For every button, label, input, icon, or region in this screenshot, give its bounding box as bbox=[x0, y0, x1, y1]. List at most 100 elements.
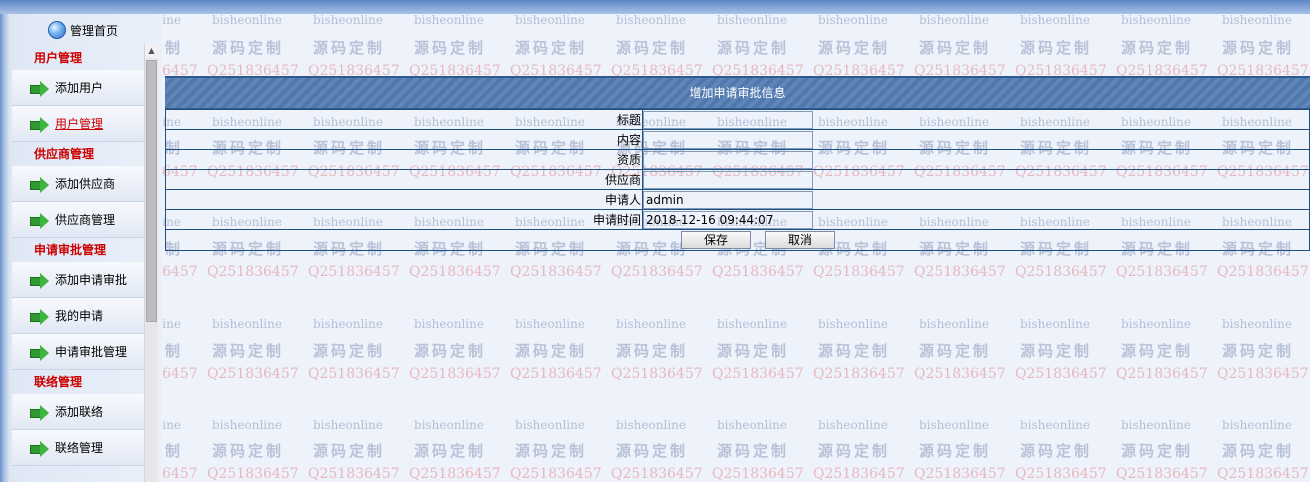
field-input[interactable]: 2018-12-16 09:44:07 bbox=[643, 210, 813, 229]
field-label: 内容 bbox=[165, 129, 643, 150]
watermark-text: bisheonline bbox=[717, 13, 787, 27]
sidebar-item-label: 供应商管理 bbox=[55, 213, 116, 227]
sidebar-item[interactable]: 添加联络 bbox=[12, 394, 144, 430]
watermark-text: bisheonline bbox=[616, 13, 686, 27]
watermark-text: bisheonline bbox=[212, 317, 282, 331]
watermark-text: Q251836457 bbox=[510, 264, 602, 280]
watermark-text: bisheonline bbox=[1121, 418, 1191, 432]
watermark-text: Q251836457 bbox=[1116, 466, 1208, 482]
watermark-text: Q251836457 bbox=[308, 366, 400, 382]
watermark-text: 源码定制 bbox=[818, 442, 891, 460]
watermark-text: bisheonline bbox=[212, 418, 282, 432]
sidebar-item[interactable]: 添加供应商 bbox=[12, 166, 144, 202]
sidebar-item-label: 添加供应商 bbox=[55, 177, 116, 191]
watermark-row: 源码定制 源码定制 源码定制 源码定制 源码定制 源码定制 源码定制 源码定制 源码定制 源码定制… bbox=[10, 340, 1310, 361]
watermark-text: 源码定制 bbox=[1020, 442, 1093, 460]
green-arrow-icon bbox=[30, 308, 49, 325]
sidebar-item[interactable]: 添加用户 bbox=[12, 70, 144, 106]
watermark-text: Q251836457 bbox=[510, 466, 602, 482]
green-arrow-icon bbox=[30, 272, 49, 289]
watermark-text: 源码定制 bbox=[919, 39, 992, 57]
field-input[interactable] bbox=[643, 110, 813, 129]
watermark-text: 源码定制 bbox=[515, 39, 588, 57]
watermark-text: bisheonline bbox=[212, 13, 282, 27]
watermark-text: Q251836457 bbox=[1217, 366, 1309, 382]
field-label: 标题 bbox=[165, 109, 643, 130]
sidebar-item-label: 添加用户 bbox=[55, 81, 104, 95]
watermark-row: Q251836457 Q251836457 Q251836457 Q251836457… bbox=[5, 264, 1310, 280]
watermark-text: Q251836457 bbox=[813, 264, 905, 280]
form-row: 申请时间 2018-12-16 09:44:07 bbox=[165, 209, 1310, 230]
watermark-text: bisheonline bbox=[313, 317, 383, 331]
sidebar: 管理首页 用户管理 添加用户 用户管理 供应商管理 添加供应商 供应商管理 申请审批管理 添加… bbox=[0, 14, 162, 482]
scroll-up-arrow-icon[interactable]: ▲ bbox=[145, 44, 158, 58]
watermark-text: 源码定制 bbox=[818, 39, 891, 57]
watermark-text: bisheonline bbox=[313, 13, 383, 27]
watermark-text: Q251836457 bbox=[1116, 264, 1208, 280]
sidebar-group-title: 申请审批管理 bbox=[34, 243, 107, 257]
watermark-text: Q251836457 bbox=[611, 366, 703, 382]
form-row: 内容 bbox=[165, 129, 1310, 150]
watermark-text: bisheonline bbox=[414, 13, 484, 27]
field-input[interactable] bbox=[643, 130, 813, 149]
watermark-text: Q251836457 bbox=[813, 366, 905, 382]
watermark-row: bisheonline bisheonline bisheonline bisheon… bbox=[10, 418, 1310, 432]
watermark-text: 源码定制 bbox=[717, 342, 790, 360]
sidebar-item-label: 申请审批管理 bbox=[55, 345, 128, 359]
sidebar-menu: 用户管理 添加用户 用户管理 供应商管理 添加供应商 供应商管理 申请审批管理 添加申请审批我… bbox=[12, 46, 144, 466]
field-label: 申请人 bbox=[165, 189, 643, 210]
sidebar-item[interactable]: 用户管理 bbox=[12, 106, 144, 142]
approval-form-table: 标题 内容 资质 供应商 申请人 admin 申请时间 2018-12-16 09:44:07… bbox=[165, 109, 1310, 251]
sidebar-item-label: 用户管理 bbox=[55, 117, 104, 131]
watermark-text: Q251836457 bbox=[914, 466, 1006, 482]
watermark-text: Q251836457 bbox=[914, 264, 1006, 280]
watermark-text: Q251836457 bbox=[712, 466, 804, 482]
watermark-text: bisheonline bbox=[1222, 317, 1292, 331]
watermark-text: 源码定制 bbox=[414, 442, 487, 460]
sidebar-item[interactable]: 申请审批管理 bbox=[12, 334, 144, 370]
field-input[interactable] bbox=[643, 150, 813, 169]
watermark-row: bisheonline bisheonline bisheonline bisheon… bbox=[10, 13, 1310, 27]
watermark-text: 源码定制 bbox=[212, 442, 285, 460]
watermark-row: Q251836457 Q251836457 Q251836457 Q251836457… bbox=[5, 466, 1310, 482]
field-value-cell: 2018-12-16 09:44:07 bbox=[642, 209, 1310, 230]
sidebar-item[interactable]: 供应商管理 bbox=[12, 202, 144, 238]
watermark-text: bisheonline bbox=[1222, 418, 1292, 432]
watermark-text: 源码定制 bbox=[1222, 39, 1295, 57]
watermark-text: Q251836457 bbox=[1015, 466, 1107, 482]
sidebar-item[interactable]: 联络管理 bbox=[12, 430, 144, 466]
watermark-text: bisheonline bbox=[919, 13, 989, 27]
watermark-text: bisheonline bbox=[616, 317, 686, 331]
cancel-button[interactable]: 取消 bbox=[765, 231, 835, 249]
green-arrow-icon bbox=[30, 404, 49, 421]
green-arrow-icon bbox=[30, 212, 49, 229]
watermark-text: Q251836457 bbox=[813, 466, 905, 482]
form-title: 增加申请审批信息 bbox=[165, 76, 1310, 109]
home-link[interactable]: 管理首页 bbox=[48, 20, 118, 40]
watermark-text: 源码定制 bbox=[1121, 39, 1194, 57]
watermark-text: bisheonline bbox=[1020, 418, 1090, 432]
watermark-text: 源码定制 bbox=[414, 39, 487, 57]
watermark-text: 源码定制 bbox=[919, 342, 992, 360]
field-input[interactable]: admin bbox=[643, 190, 813, 209]
watermark-text: 源码定制 bbox=[313, 39, 386, 57]
watermark-text: Q251836457 bbox=[308, 264, 400, 280]
save-button[interactable]: 保存 bbox=[681, 231, 751, 249]
watermark-text: bisheonline bbox=[414, 418, 484, 432]
scrollbar-thumb[interactable] bbox=[146, 60, 157, 322]
watermark-text: Q251836457 bbox=[510, 366, 602, 382]
sidebar-item-label: 添加联络 bbox=[55, 405, 104, 419]
sidebar-item[interactable]: 我的申请 bbox=[12, 298, 144, 334]
main-content: 增加申请审批信息 标题 内容 资质 供应商 申请人 admin 申请时间 2018-12-16… bbox=[165, 76, 1310, 251]
field-input[interactable] bbox=[643, 170, 813, 189]
watermark-text: 源码定制 bbox=[616, 39, 689, 57]
watermark-text: 源码定制 bbox=[313, 442, 386, 460]
sidebar-item[interactable]: 添加申请审批 bbox=[12, 262, 144, 298]
watermark-text: bisheonline bbox=[515, 13, 585, 27]
field-label: 供应商 bbox=[165, 169, 643, 190]
watermark-text: 源码定制 bbox=[616, 442, 689, 460]
sidebar-item-label: 联络管理 bbox=[55, 441, 104, 455]
sidebar-scrollbar[interactable]: ▲ bbox=[144, 44, 158, 482]
watermark-text: bisheonline bbox=[1121, 13, 1191, 27]
field-value-cell bbox=[642, 169, 1310, 190]
